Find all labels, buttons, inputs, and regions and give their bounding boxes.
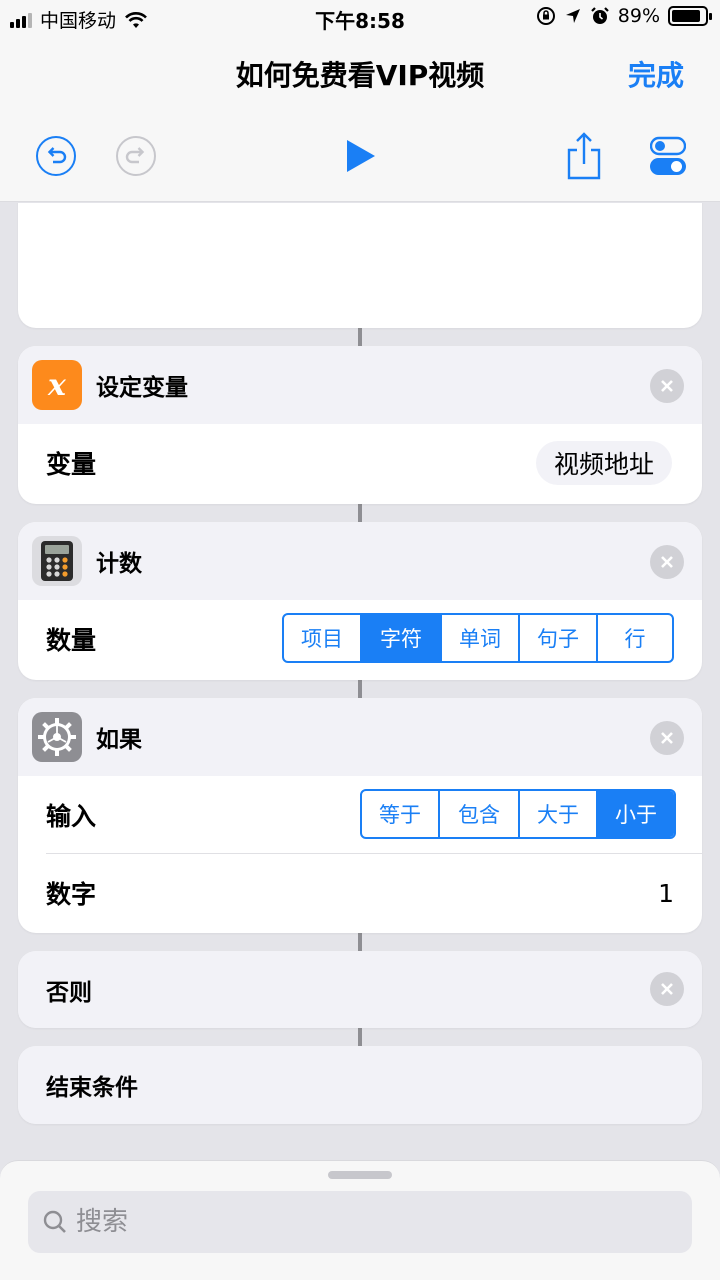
action-connector [358, 328, 362, 346]
battery-icon [668, 6, 712, 26]
input-label: 输入 [46, 802, 97, 831]
action-header: 否则 [18, 951, 702, 1028]
status-right: 89% [536, 5, 712, 27]
segment-greater-than[interactable]: 大于 [518, 791, 596, 837]
page-title: 如何免费看VIP视频 [235, 59, 485, 92]
close-icon [661, 983, 673, 995]
search-input[interactable] [76, 1207, 636, 1237]
previous-action-card[interactable] [18, 203, 702, 328]
search-bar[interactable] [28, 1191, 692, 1253]
status-bar: 中国移动 下午8:58 89% [0, 0, 720, 36]
action-connector [358, 933, 362, 951]
segment-contains[interactable]: 包含 [438, 791, 518, 837]
run-button[interactable] [338, 132, 382, 180]
count-row: 数量 项目 字符 单词 句子 行 [18, 600, 702, 678]
action-connector [358, 680, 362, 698]
calculator-icon [32, 536, 82, 586]
count-type-segmented-control[interactable]: 项目 字符 单词 句子 行 [282, 613, 674, 663]
segment-items[interactable]: 项目 [284, 615, 360, 661]
search-icon [43, 1210, 66, 1233]
close-icon [661, 556, 673, 568]
share-button[interactable] [564, 132, 604, 180]
otherwise-action[interactable]: 否则 [18, 951, 702, 1028]
action-title: 计数 [96, 551, 142, 577]
number-value[interactable]: 1 [658, 879, 674, 908]
segment-sentences[interactable]: 句子 [518, 615, 596, 661]
close-icon [661, 380, 673, 392]
action-title: 设定变量 [96, 375, 188, 401]
variable-label: 变量 [46, 450, 97, 479]
if-action[interactable]: 如果 输入 等于 包含 大于 小于 数字 1 [18, 698, 702, 933]
share-icon [567, 132, 601, 180]
orientation-lock-icon [536, 7, 555, 25]
count-action[interactable]: 计数 数量 项目 字符 单词 句子 行 [18, 522, 702, 680]
action-connector [358, 1028, 362, 1046]
variable-x-icon: x [32, 360, 82, 410]
set-variable-action[interactable]: x 设定变量 变量 视频地址 [18, 346, 702, 504]
workflow-editor: x 设定变量 变量 视频地址 计数 数量 项目 字符 单词 句子 行 如果 输入… [0, 203, 720, 1160]
end-if-action[interactable]: 结束条件 [18, 1046, 702, 1124]
action-title: 否则 [46, 979, 92, 1006]
actions-bottom-sheet [0, 1160, 720, 1280]
variable-row: 变量 视频地址 [18, 424, 702, 502]
battery-percent: 89% [617, 5, 660, 27]
nav-bar: 如何免费看VIP视频 完成 [0, 36, 720, 202]
segment-equals[interactable]: 等于 [362, 791, 438, 837]
alarm-icon [590, 7, 609, 24]
action-header: 如果 [18, 698, 702, 776]
remove-action-button[interactable] [650, 721, 684, 755]
close-icon [661, 732, 673, 744]
undo-icon [36, 136, 76, 176]
sheet-grabber[interactable] [328, 1171, 392, 1179]
undo-button[interactable] [34, 132, 78, 180]
remove-action-button[interactable] [650, 545, 684, 579]
variable-name-token[interactable]: 视频地址 [535, 441, 672, 485]
remove-action-button[interactable] [650, 369, 684, 403]
condition-row: 输入 等于 包含 大于 小于 [18, 776, 702, 854]
play-icon [347, 140, 375, 172]
count-label: 数量 [46, 626, 97, 655]
action-title: 结束条件 [46, 1075, 138, 1101]
number-label: 数字 [46, 880, 97, 909]
done-button[interactable]: 完成 [628, 54, 684, 94]
segment-lines[interactable]: 行 [596, 615, 672, 661]
number-row[interactable]: 数字 1 [18, 854, 702, 932]
redo-icon [116, 136, 156, 176]
gear-icon [32, 712, 82, 762]
action-header: 计数 [18, 522, 702, 600]
segment-words[interactable]: 单词 [440, 615, 518, 661]
segment-less-than[interactable]: 小于 [596, 791, 674, 837]
condition-segmented-control[interactable]: 等于 包含 大于 小于 [360, 789, 676, 839]
settings-toggle-button[interactable] [648, 132, 688, 180]
action-header: 结束条件 [18, 1046, 702, 1124]
redo-button[interactable] [114, 132, 158, 180]
segment-characters[interactable]: 字符 [360, 615, 440, 661]
location-icon [565, 9, 580, 23]
action-header: x 设定变量 [18, 346, 702, 424]
action-title: 如果 [96, 727, 142, 753]
toggles-icon [650, 136, 686, 175]
remove-action-button[interactable] [650, 972, 684, 1006]
action-connector [358, 504, 362, 522]
